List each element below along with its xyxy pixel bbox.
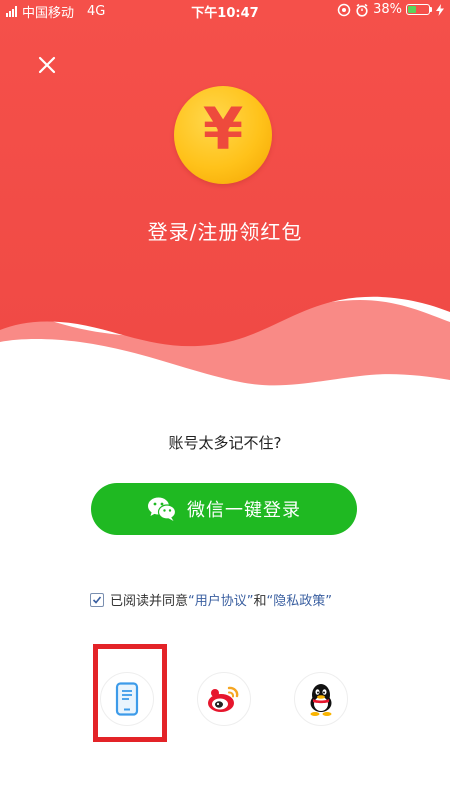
checkmark-icon (92, 595, 102, 604)
battery-level (408, 6, 416, 13)
battery-percent: 38% (373, 2, 402, 17)
phone-icon (115, 682, 139, 716)
phone-login-button[interactable] (100, 672, 154, 726)
agreement-and: 和 (253, 594, 267, 609)
red-packet-header: ¥ 登录/注册领红包 (0, 0, 450, 400)
wechat-icon (148, 497, 177, 521)
weibo-login-button[interactable] (197, 672, 251, 726)
agreement-row: 已阅读并同意 “用户协议” 和 “隐私政策” (90, 590, 332, 609)
charging-bolt-icon (436, 3, 444, 16)
status-bar: 中国移动 4G 下午10:47 38% (0, 0, 450, 21)
battery-icon (406, 4, 432, 15)
coin-symbol: ¥ (202, 95, 244, 163)
weibo-icon (208, 686, 239, 712)
agreement-checkbox[interactable] (90, 592, 104, 607)
wechat-login-button[interactable]: 微信一键登录 (91, 483, 357, 535)
location-lock-icon (337, 3, 351, 16)
alternative-login-row (0, 672, 450, 732)
header-wave-background (0, 0, 450, 386)
page-title: 登录/注册领红包 (147, 220, 303, 244)
close-button[interactable] (32, 50, 62, 80)
qq-login-button[interactable] (294, 672, 348, 726)
close-icon (38, 56, 56, 74)
privacy-policy-link[interactable]: “隐私政策” (267, 590, 332, 609)
account-hint-text: 账号太多记不住? (168, 434, 282, 452)
user-agreement-link[interactable]: “用户协议” (188, 590, 253, 609)
agreement-prefix: 已阅读并同意 (110, 594, 189, 609)
alarm-icon (356, 3, 368, 17)
login-screen: ¥ 登录/注册领红包 中国移动 4G 下午10:47 38% 账号太多记不住? … (0, 0, 450, 800)
wechat-login-label: 微信一键登录 (187, 500, 301, 521)
qq-penguin-icon (310, 684, 332, 716)
yuan-coin-icon: ¥ (174, 86, 272, 184)
status-right: 38% (337, 2, 444, 17)
